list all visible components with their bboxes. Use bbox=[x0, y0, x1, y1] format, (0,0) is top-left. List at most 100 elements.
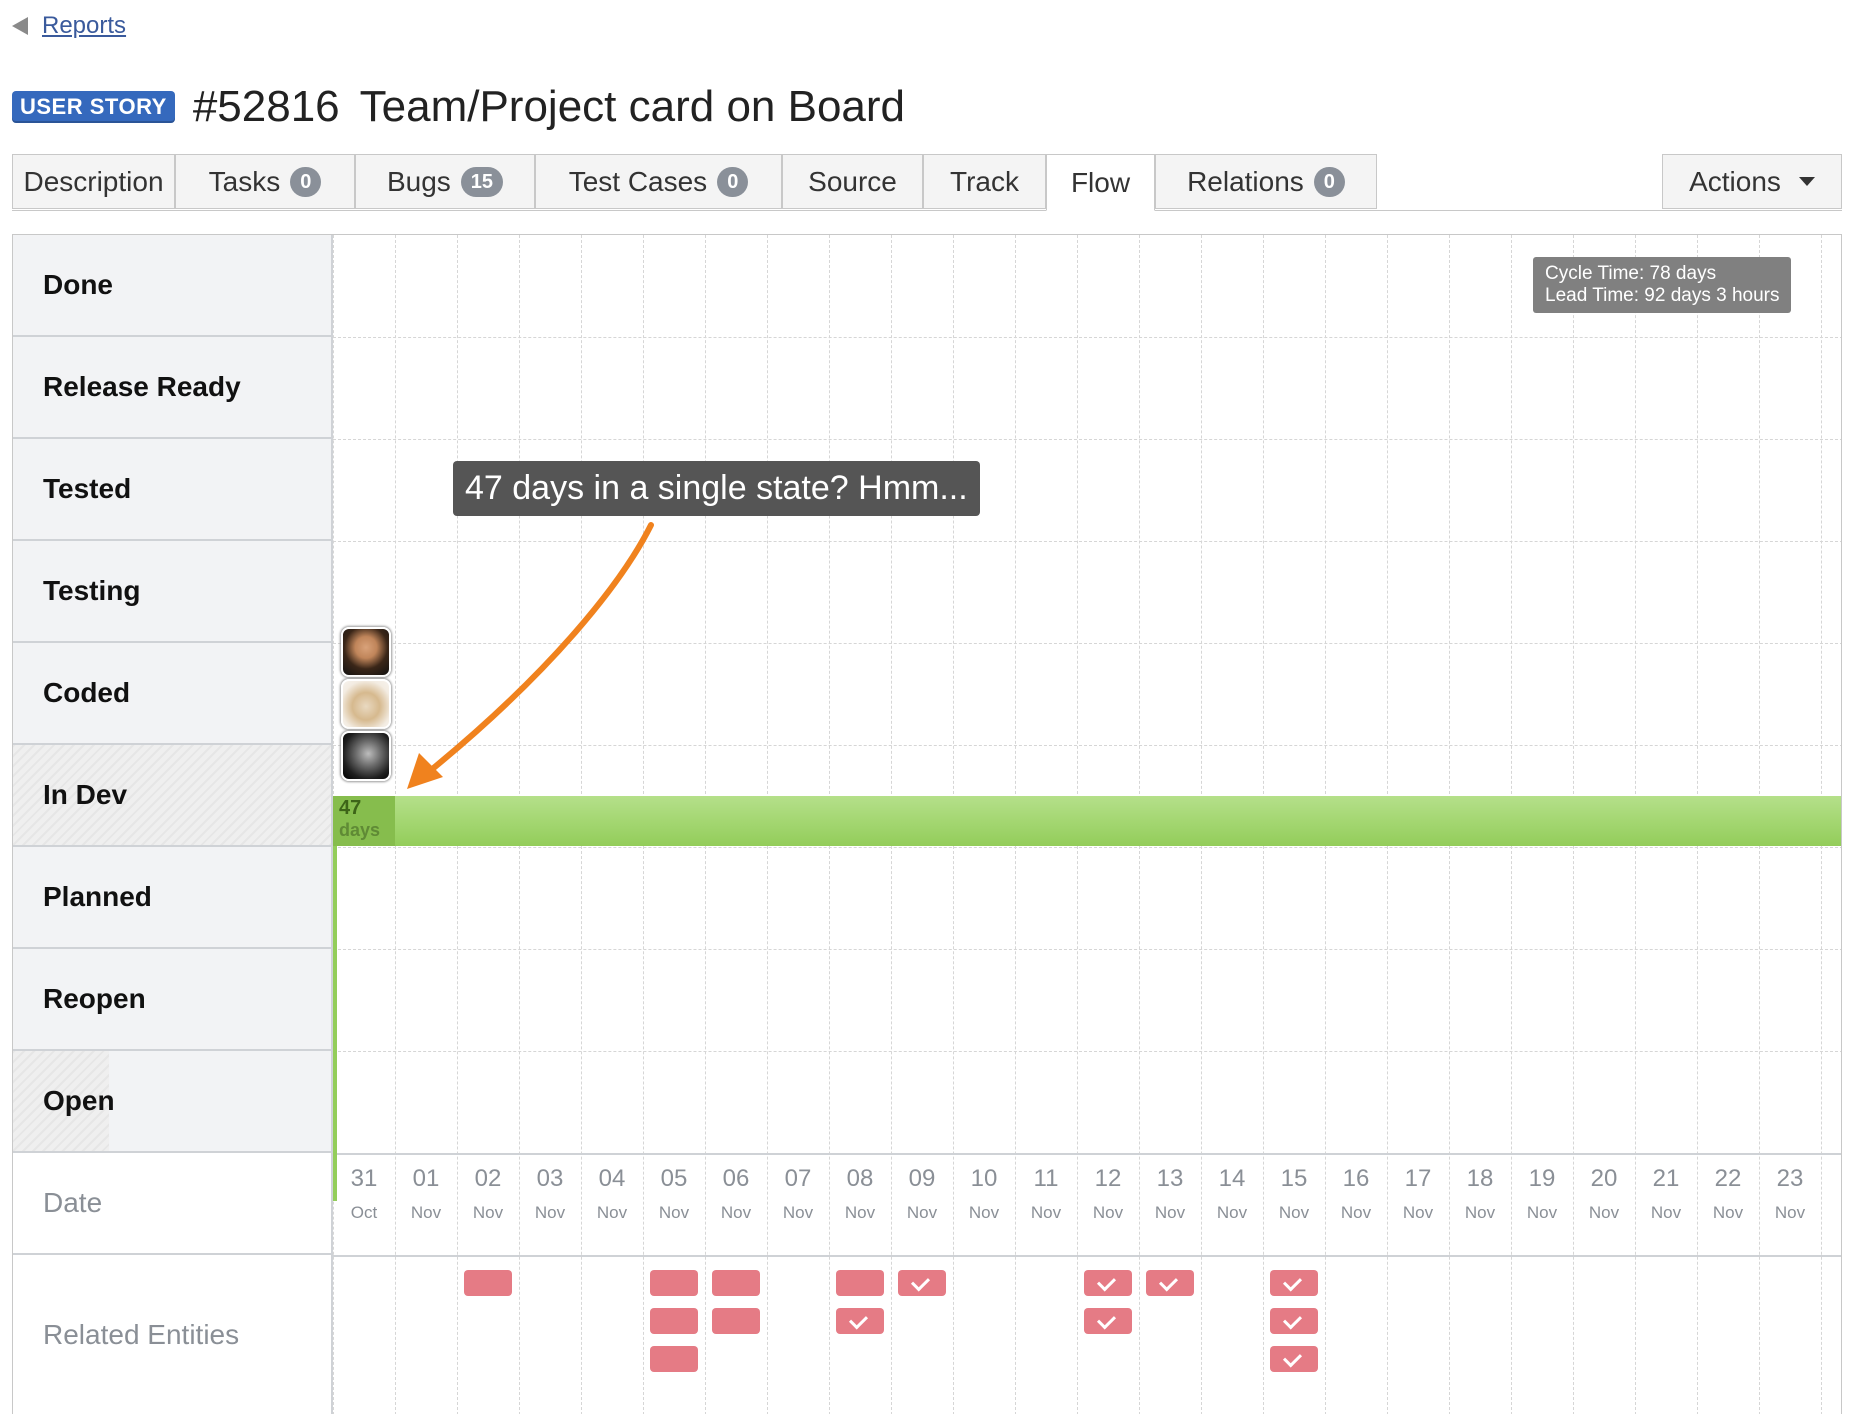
tab-description[interactable]: Description bbox=[12, 154, 175, 209]
reports-link[interactable]: Reports bbox=[42, 12, 126, 40]
date-month: Nov bbox=[906, 1203, 938, 1222]
date-column: 13 Nov bbox=[1139, 1165, 1201, 1223]
date-column: 07 Nov bbox=[767, 1165, 829, 1223]
related-entity[interactable] bbox=[712, 1270, 760, 1296]
date-column: 18 Nov bbox=[1449, 1165, 1511, 1223]
entity-title: Team/Project card on Board bbox=[359, 82, 906, 131]
date-month: Nov bbox=[720, 1203, 752, 1222]
tab-test-cases[interactable]: Test Cases 0 bbox=[535, 154, 782, 209]
date-month: Nov bbox=[658, 1203, 690, 1222]
related-entity-done[interactable] bbox=[836, 1308, 884, 1334]
date-day: 06 bbox=[722, 1165, 750, 1192]
grid-row-line bbox=[333, 439, 1841, 440]
grid-row-line bbox=[333, 949, 1841, 950]
tab-flow[interactable]: Flow bbox=[1046, 154, 1155, 211]
user-avatar[interactable] bbox=[341, 627, 391, 677]
state-label-testing: Testing bbox=[13, 541, 333, 643]
date-month: Nov bbox=[472, 1203, 504, 1222]
date-day: 31 bbox=[350, 1165, 378, 1192]
date-month: Nov bbox=[410, 1203, 442, 1222]
date-day: 01 bbox=[412, 1165, 440, 1192]
date-column: 02 Nov bbox=[457, 1165, 519, 1223]
tab-bugs[interactable]: Bugs 15 bbox=[355, 154, 535, 209]
related-entity[interactable] bbox=[464, 1270, 512, 1296]
date-day: 23 bbox=[1776, 1165, 1804, 1192]
date-day: 05 bbox=[660, 1165, 688, 1192]
entity-type-badge: USER STORY bbox=[12, 91, 175, 123]
bugs-count-badge: 15 bbox=[460, 166, 504, 197]
in-dev-duration-bar[interactable]: 47 days bbox=[333, 796, 1841, 846]
cycle-time: Cycle Time: 78 days bbox=[1545, 263, 1717, 284]
date-day: 09 bbox=[908, 1165, 936, 1192]
related-entity-done[interactable] bbox=[1084, 1308, 1132, 1334]
date-column: 08 Nov bbox=[829, 1165, 891, 1223]
related-entity[interactable] bbox=[712, 1308, 760, 1334]
date-column: 15 Nov bbox=[1263, 1165, 1325, 1223]
entity-id: #52816 bbox=[192, 82, 340, 131]
back-arrow-icon bbox=[12, 17, 28, 35]
tab-tasks[interactable]: Tasks 0 bbox=[175, 154, 355, 209]
duration-unit: days bbox=[339, 820, 381, 840]
date-day: 02 bbox=[474, 1165, 502, 1192]
actions-dropdown[interactable]: Actions bbox=[1662, 154, 1842, 209]
related-entities-label: Related Entities bbox=[13, 1255, 333, 1414]
user-avatar[interactable] bbox=[341, 679, 391, 729]
date-column: 17 Nov bbox=[1387, 1165, 1449, 1223]
grid-row-line bbox=[333, 1255, 1841, 1257]
date-month: Nov bbox=[1340, 1203, 1372, 1222]
date-month: Nov bbox=[968, 1203, 1000, 1222]
date-column: 20 Nov bbox=[1573, 1165, 1635, 1223]
user-avatar[interactable] bbox=[341, 731, 391, 781]
date-day: 17 bbox=[1404, 1165, 1432, 1192]
date-day: 19 bbox=[1528, 1165, 1556, 1192]
related-entity[interactable] bbox=[650, 1270, 698, 1296]
tab-track[interactable]: Track bbox=[923, 154, 1046, 209]
date-column: 14 Nov bbox=[1201, 1165, 1263, 1223]
date-month: Nov bbox=[1216, 1203, 1248, 1222]
state-label-planned: Planned bbox=[13, 847, 333, 949]
tasks-count-badge: 0 bbox=[290, 166, 322, 197]
date-month: Nov bbox=[1030, 1203, 1062, 1222]
date-column: 16 Nov bbox=[1325, 1165, 1387, 1223]
tab-label: Description bbox=[23, 165, 164, 197]
date-day: 16 bbox=[1342, 1165, 1370, 1192]
tab-relations[interactable]: Relations 0 bbox=[1155, 154, 1377, 209]
date-column: 31 Oct bbox=[333, 1165, 395, 1223]
related-entity[interactable] bbox=[650, 1346, 698, 1372]
annotation-callout: 47 days in a single state? Hmm... bbox=[453, 461, 980, 516]
state-label-release-ready: Release Ready bbox=[13, 337, 333, 439]
date-day: 08 bbox=[846, 1165, 874, 1192]
grid-row-line bbox=[333, 1153, 1841, 1155]
related-entity[interactable] bbox=[836, 1270, 884, 1296]
date-column: 22 Nov bbox=[1697, 1165, 1759, 1223]
tab-bar: Description Tasks 0 Bugs 15 Test Cases 0… bbox=[12, 154, 1842, 211]
related-entity-done[interactable] bbox=[1146, 1270, 1194, 1296]
state-label-done: Done bbox=[13, 235, 333, 337]
bar-start-block: 47 days bbox=[333, 796, 395, 846]
date-month: Nov bbox=[596, 1203, 628, 1222]
test-cases-count-badge: 0 bbox=[717, 166, 749, 197]
date-column: 09 Nov bbox=[891, 1165, 953, 1223]
date-month: Nov bbox=[1402, 1203, 1434, 1222]
date-column: 06 Nov bbox=[705, 1165, 767, 1223]
related-entity-done[interactable] bbox=[1270, 1308, 1318, 1334]
related-entity[interactable] bbox=[650, 1308, 698, 1334]
relations-count-badge: 0 bbox=[1313, 166, 1345, 197]
date-day: 03 bbox=[536, 1165, 564, 1192]
duration-days: 47 bbox=[339, 797, 362, 819]
related-entity-done[interactable] bbox=[1270, 1346, 1318, 1372]
date-month: Nov bbox=[782, 1203, 814, 1222]
date-month: Nov bbox=[1278, 1203, 1310, 1222]
tab-source[interactable]: Source bbox=[782, 154, 923, 209]
grid-row-line bbox=[333, 337, 1841, 338]
tab-label: Track bbox=[950, 165, 1019, 197]
back-link[interactable]: Reports bbox=[12, 12, 126, 40]
related-entity-done[interactable] bbox=[1270, 1270, 1318, 1296]
date-month: Nov bbox=[1774, 1203, 1806, 1222]
date-month: Oct bbox=[350, 1203, 378, 1222]
date-month: Nov bbox=[1154, 1203, 1186, 1222]
related-entity-done[interactable] bbox=[1084, 1270, 1132, 1296]
date-column: 19 Nov bbox=[1511, 1165, 1573, 1223]
date-column: 03 Nov bbox=[519, 1165, 581, 1223]
related-entity-done[interactable] bbox=[898, 1270, 946, 1296]
